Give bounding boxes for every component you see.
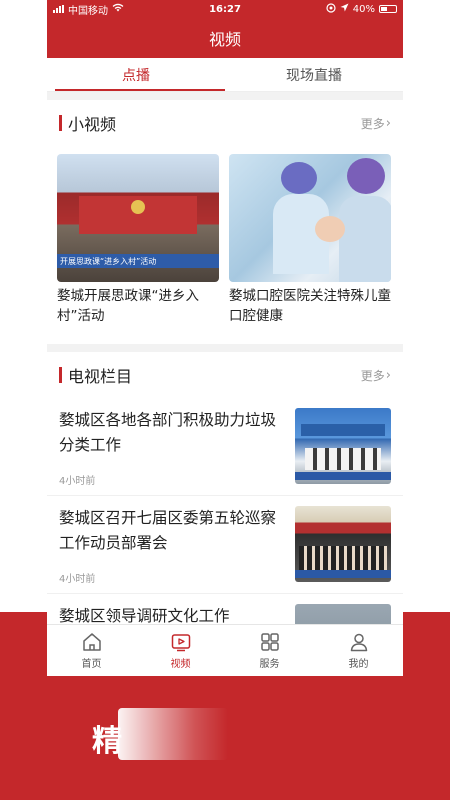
list-item[interactable]: 婺城区各地各部门积极助力垃圾分类工作 4小时前 (47, 398, 403, 496)
grid-icon (260, 633, 279, 651)
news-time: 4小时前 (59, 574, 96, 585)
tab-home[interactable]: 首页 (47, 625, 136, 676)
tab-profile[interactable]: 我的 (314, 625, 403, 676)
chevron-right-icon: › (385, 367, 391, 383)
video-thumbnail: 开展思政课“进乡入村”活动 (57, 154, 219, 282)
section-marker (59, 115, 62, 131)
news-thumbnail (295, 506, 391, 582)
phone-screen: 中国移动 16:27 40% 视频 点播 现场直播 小视频 更多 › 开展思政课… (47, 0, 403, 676)
tab-label: 视频 (170, 659, 191, 670)
user-icon (350, 633, 367, 652)
location-icon (340, 3, 349, 15)
tab-label: 服务 (259, 659, 280, 670)
battery-icon (379, 5, 397, 13)
tab-strip: 点播 现场直播 (47, 58, 403, 92)
section-title: 小视频 (68, 115, 117, 134)
section-marker (59, 367, 62, 383)
home-icon (82, 633, 101, 651)
orientation-lock-icon (326, 2, 336, 16)
news-time: 4小时前 (59, 476, 96, 487)
video-thumbnail (229, 154, 391, 282)
tab-label: 首页 (81, 659, 102, 670)
video-title: 婺城口腔医院关注特殊儿童口腔健康 (229, 288, 391, 324)
video-card[interactable]: 婺城口腔医院关注特殊儿童口腔健康 (229, 154, 391, 326)
carrier-label: 中国移动 (68, 5, 108, 17)
video-card[interactable]: 开展思政课“进乡入村”活动 婺城开展思政课“进乡入村”活动 (57, 154, 219, 326)
tab-label: 我的 (348, 659, 369, 670)
more-link[interactable]: 更多 › (361, 367, 391, 384)
news-title: 婺城区召开七届区委第五轮巡察工作动员部署会 (59, 509, 277, 552)
battery-percent: 40% (352, 3, 375, 15)
short-video-section: 小视频 更多 › 开展思政课“进乡入村”活动 婺城开展思政课“进乡入村”活动 婺… (47, 100, 403, 344)
banner-text: 精 (92, 724, 124, 759)
list-item[interactable]: 婺城区召开七届区委第五轮巡察工作动员部署会 4小时前 (47, 496, 403, 594)
page-title: 视频 (47, 18, 403, 58)
video-title: 婺城开展思政课“进乡入村”活动 (57, 288, 199, 324)
status-bar: 中国移动 16:27 40% (47, 0, 403, 18)
signal-icon (53, 5, 64, 13)
banner-highlight (118, 708, 228, 760)
more-link[interactable]: 更多 › (361, 115, 391, 132)
chevron-right-icon: › (385, 115, 391, 131)
tab-on-demand[interactable]: 点播 (47, 58, 225, 91)
video-icon (171, 634, 190, 652)
tab-video[interactable]: 视频 (136, 625, 225, 676)
news-title: 婺城区各地各部门积极助力垃圾分类工作 (59, 411, 277, 454)
emblem-icon (131, 200, 145, 214)
tab-services[interactable]: 服务 (225, 625, 314, 676)
news-thumbnail (295, 408, 391, 484)
section-title: 电视栏目 (68, 367, 133, 386)
tab-live[interactable]: 现场直播 (225, 58, 403, 91)
bottom-tab-bar: 首页 视频 服务 我的 (47, 624, 403, 676)
wifi-icon (112, 3, 124, 15)
thumbnail-caption: 开展思政课“进乡入村”活动 (60, 257, 157, 266)
